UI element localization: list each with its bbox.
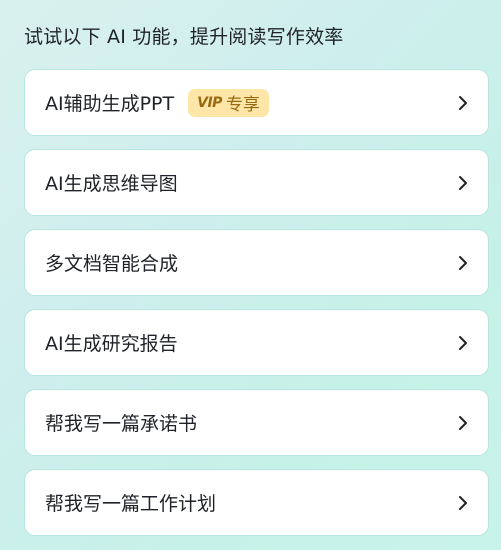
chevron-right-icon [456,95,470,110]
feature-write-commitment[interactable]: 帮我写一篇承诺书 [24,389,489,456]
vip-badge-text: 专享 [225,95,260,115]
chevron-right-icon [456,495,470,510]
feature-ai-mindmap[interactable]: AI生成思维导图 [24,149,489,216]
chevron-right-icon [456,335,470,350]
panel-title: 试试以下 AI 功能，提升阅读写作效率 [24,26,344,48]
ai-feature-list: AI辅助生成PPT VIP 专享 AI生成思维导图 多文档智能合成 AI生成研究… [24,69,489,549]
feature-label: 帮我写一篇承诺书 [45,413,198,435]
feature-ai-research-report[interactable]: AI生成研究报告 [24,309,489,376]
feature-ai-ppt[interactable]: AI辅助生成PPT VIP 专享 [24,69,489,136]
feature-label: AI生成思维导图 [45,173,178,195]
vip-badge: VIP 专享 [188,88,269,117]
chevron-right-icon [456,415,470,430]
feature-label: AI辅助生成PPT [45,93,175,115]
feature-label: AI生成研究报告 [45,333,178,355]
feature-multi-doc-merge[interactable]: 多文档智能合成 [24,229,489,296]
vip-logo: VIP [197,94,222,111]
ai-features-panel: 试试以下 AI 功能，提升阅读写作效率 AI辅助生成PPT VIP 专享 AI生… [0,0,501,550]
chevron-right-icon [456,255,470,270]
feature-write-work-plan[interactable]: 帮我写一篇工作计划 [24,469,489,536]
feature-label: 帮我写一篇工作计划 [45,493,217,515]
feature-label: 多文档智能合成 [45,253,179,275]
chevron-right-icon [456,175,470,190]
